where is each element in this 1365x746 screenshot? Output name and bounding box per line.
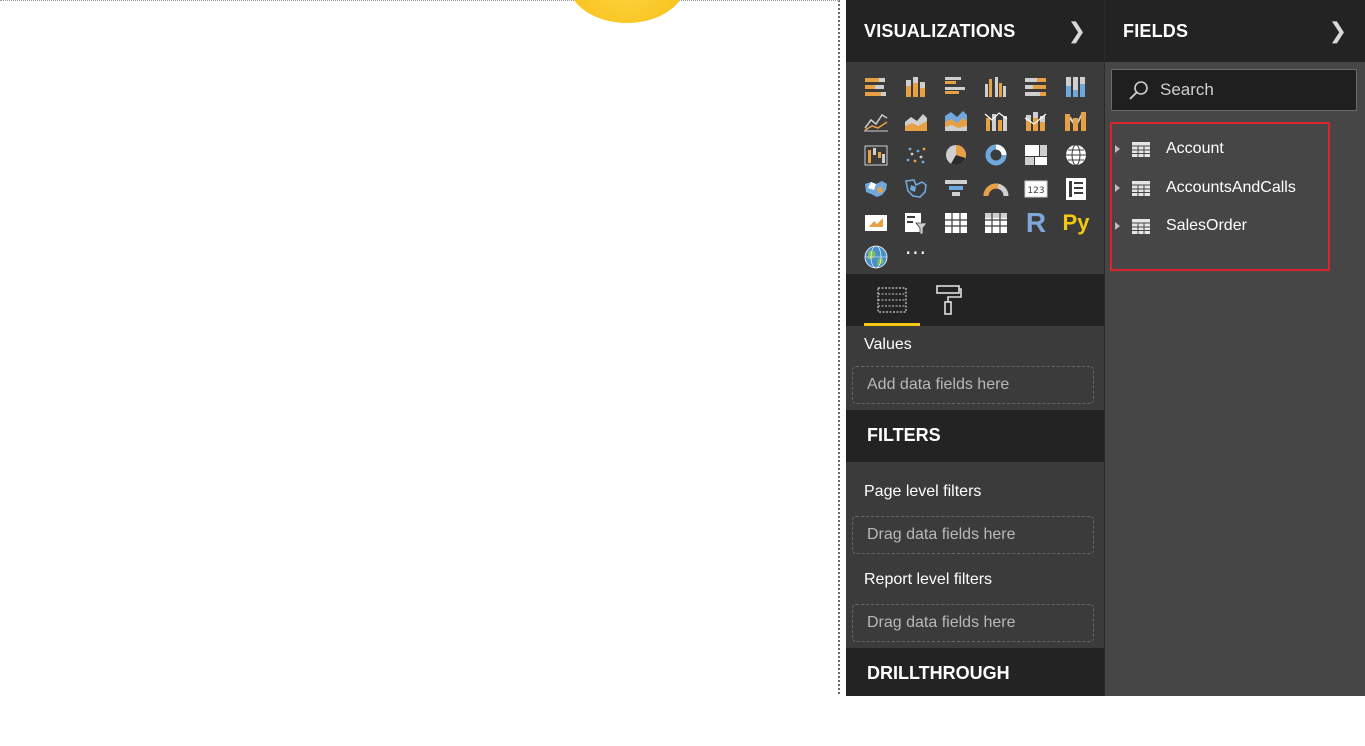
stacked-bar-icon[interactable] bbox=[856, 70, 896, 104]
arcgis-map-icon[interactable] bbox=[856, 240, 896, 274]
values-label: Values bbox=[864, 336, 912, 353]
report-level-filters-drop-zone[interactable]: Drag data fields here bbox=[852, 604, 1094, 642]
more-visuals-label: ··· bbox=[904, 241, 928, 265]
format-paint-roller-icon bbox=[936, 285, 962, 315]
filters-header: FILTERS bbox=[846, 410, 1104, 462]
visualizations-header: VISUALIZATIONS ❯ bbox=[846, 0, 1104, 62]
visualizations-title: VISUALIZATIONS bbox=[864, 20, 1016, 41]
line-chart-icon[interactable] bbox=[856, 104, 896, 138]
svg-text:123: 123 bbox=[1027, 186, 1044, 196]
slicer-icon[interactable] bbox=[896, 206, 936, 240]
fields-tab-icon bbox=[877, 287, 907, 313]
fields-tab[interactable] bbox=[864, 274, 920, 326]
visualizations-pane: VISUALIZATIONS ❯ 123 R Py ··· Values Add… bbox=[846, 0, 1104, 696]
matrix-icon[interactable] bbox=[976, 206, 1016, 240]
area-chart-icon[interactable] bbox=[896, 104, 936, 138]
drillthrough-header: DRILLTHROUGH bbox=[846, 648, 1104, 696]
shape-map-icon[interactable] bbox=[896, 172, 936, 206]
r-visual-icon[interactable]: R bbox=[1016, 206, 1056, 240]
bottom-blank-area bbox=[0, 696, 1365, 746]
search-input[interactable] bbox=[1160, 80, 1340, 100]
donut-chart-icon[interactable] bbox=[976, 138, 1016, 172]
fields-pane: FIELDS ❯ Account Acc bbox=[1104, 0, 1365, 696]
cursor-highlight-circle bbox=[568, 0, 686, 23]
waterfall-chart-icon[interactable] bbox=[856, 138, 896, 172]
table-icon[interactable] bbox=[936, 206, 976, 240]
python-visual-icon[interactable]: Py bbox=[1056, 206, 1096, 240]
report-canvas[interactable] bbox=[0, 0, 840, 694]
chevron-right-icon[interactable]: ❯ bbox=[1068, 19, 1086, 44]
fields-search-box[interactable] bbox=[1111, 69, 1357, 111]
table-icon bbox=[1132, 218, 1150, 234]
visual-gallery: 123 R Py ··· bbox=[846, 62, 1104, 274]
ribbon-chart-icon[interactable] bbox=[1056, 104, 1096, 138]
field-table-salesorder[interactable]: SalesOrder bbox=[1115, 213, 1247, 239]
treemap-icon[interactable] bbox=[1016, 138, 1056, 172]
multi-row-card-icon[interactable] bbox=[1056, 172, 1096, 206]
visual-pane-tabs bbox=[846, 274, 1104, 326]
kpi-icon[interactable] bbox=[856, 206, 896, 240]
format-tab[interactable] bbox=[920, 274, 976, 326]
line-clustered-column-icon[interactable] bbox=[976, 104, 1016, 138]
100-stacked-bar-icon[interactable] bbox=[1016, 70, 1056, 104]
expand-caret-icon[interactable] bbox=[1115, 184, 1120, 192]
stacked-column-icon[interactable] bbox=[896, 70, 936, 104]
chevron-right-icon[interactable]: ❯ bbox=[1329, 19, 1347, 44]
fields-header: FIELDS ❯ bbox=[1105, 0, 1365, 62]
search-icon bbox=[1129, 81, 1148, 100]
python-visual-label: Py bbox=[1062, 210, 1090, 235]
funnel-icon[interactable] bbox=[936, 172, 976, 206]
expand-caret-icon[interactable] bbox=[1115, 222, 1120, 230]
fields-title: FIELDS bbox=[1123, 20, 1189, 41]
expand-caret-icon[interactable] bbox=[1115, 145, 1120, 153]
field-table-accountsandcalls[interactable]: AccountsAndCalls bbox=[1115, 175, 1296, 201]
field-table-label: SalesOrder bbox=[1166, 217, 1247, 234]
page-level-filters-drop-zone[interactable]: Drag data fields here bbox=[852, 516, 1094, 554]
filters-area: Page level filters Drag data fields here… bbox=[846, 462, 1104, 648]
table-icon bbox=[1132, 141, 1150, 157]
clustered-bar-icon[interactable] bbox=[936, 70, 976, 104]
values-drop-zone[interactable]: Add data fields here bbox=[852, 366, 1094, 404]
page-level-filters-label: Page level filters bbox=[864, 483, 982, 500]
field-table-label: AccountsAndCalls bbox=[1166, 179, 1296, 196]
pie-chart-icon[interactable] bbox=[936, 138, 976, 172]
report-level-filters-label: Report level filters bbox=[864, 571, 993, 588]
scatter-chart-icon[interactable] bbox=[896, 138, 936, 172]
map-icon[interactable] bbox=[1056, 138, 1096, 172]
stacked-area-icon[interactable] bbox=[936, 104, 976, 138]
table-icon bbox=[1132, 180, 1150, 196]
card-icon[interactable]: 123 bbox=[1016, 172, 1056, 206]
100-stacked-column-icon[interactable] bbox=[1056, 70, 1096, 104]
field-table-label: Account bbox=[1166, 140, 1224, 157]
filled-map-icon[interactable] bbox=[856, 172, 896, 206]
clustered-column-icon[interactable] bbox=[976, 70, 1016, 104]
line-stacked-column-icon[interactable] bbox=[1016, 104, 1056, 138]
r-visual-label: R bbox=[1025, 207, 1047, 238]
more-visuals-icon[interactable]: ··· bbox=[896, 240, 936, 274]
gauge-icon[interactable] bbox=[976, 172, 1016, 206]
field-table-account[interactable]: Account bbox=[1115, 136, 1224, 162]
